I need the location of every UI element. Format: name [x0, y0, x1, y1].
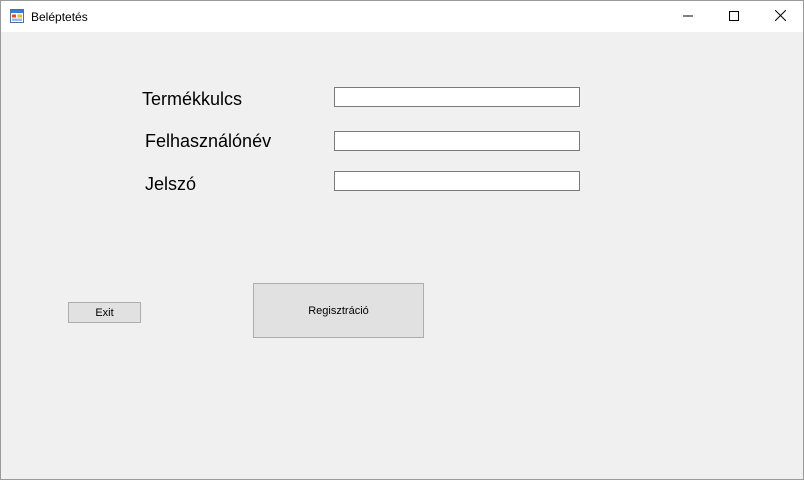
minimize-button[interactable]: [665, 1, 711, 32]
product-key-label: Termékkulcs: [142, 89, 243, 109]
maximize-button[interactable]: [711, 1, 757, 32]
minimize-icon: [683, 8, 693, 26]
login-window: Beléptetés Termékkulcs Felhasználónév Je…: [0, 0, 804, 480]
register-button-label: Regisztráció: [308, 304, 369, 317]
username-label: Felhasználónév: [145, 131, 272, 151]
register-button[interactable]: Regisztráció: [253, 283, 424, 338]
product-key-input[interactable]: [334, 87, 580, 107]
window-title: Beléptetés: [31, 10, 88, 24]
close-icon: [774, 8, 786, 26]
exit-button[interactable]: Exit: [68, 302, 141, 323]
title-bar[interactable]: Beléptetés: [1, 1, 803, 32]
password-label: Jelszó: [145, 174, 197, 194]
maximize-icon: [729, 8, 739, 26]
username-input[interactable]: [334, 131, 580, 151]
password-input[interactable]: [334, 171, 580, 191]
exit-button-label: Exit: [95, 306, 114, 319]
app-window-icon: [10, 9, 24, 23]
close-button[interactable]: [757, 1, 803, 32]
form-area: Termékkulcs Felhasználónév Jelszó Exit R…: [1, 32, 803, 479]
